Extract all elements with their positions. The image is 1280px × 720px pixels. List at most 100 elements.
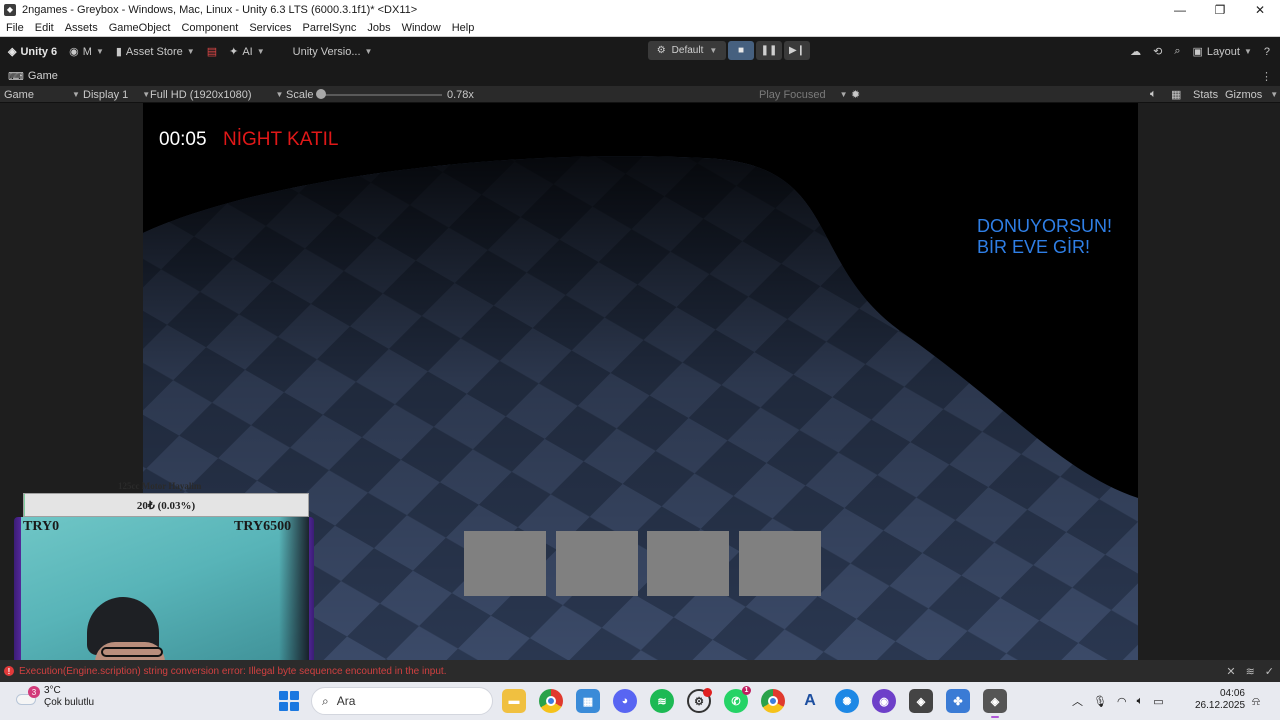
view-type-dropdown[interactable]: Game ▼ [4,86,80,103]
close-button[interactable]: ✕ [1240,0,1280,19]
history-icon[interactable]: ⟲ [1153,45,1162,58]
version-control-label: Unity Versio... [292,45,361,58]
webcam-feed [21,517,309,667]
unity-logo-icon: ◈ [8,46,17,58]
whatsapp-icon[interactable]: ✆ 1 [724,686,751,713]
chevron-down-icon: ▼ [364,47,373,56]
bug-icon[interactable]: ✹ [851,86,860,103]
unity-app-icon: ◆ [4,3,16,16]
inventory-slot[interactable] [464,531,546,596]
check-icon[interactable]: ✓ [1265,665,1274,678]
hud-warning-line2: BİR EVE GİR! [977,237,1091,257]
version-control-dropdown[interactable]: Unity Versio... ▼ [287,41,379,63]
menu-window[interactable]: Window [396,22,446,34]
search-icon[interactable]: ⌕ [1174,45,1180,58]
menu-file[interactable]: File [0,22,29,34]
resolution-dropdown[interactable]: Full HD (1920x1080) ▼ [150,86,283,103]
microsoft-store-icon[interactable]: ▦ [576,689,600,713]
aseprite-icon[interactable]: A [798,689,822,713]
webcam-shadow [279,517,309,667]
pause-button[interactable]: ❚❚ [756,41,782,60]
play-focused-dropdown[interactable]: Play Focused ▼ [759,86,848,103]
unity-editor-icon[interactable]: ◈ [983,689,1007,718]
debug-off-icon[interactable]: ✕ [1226,665,1235,678]
play-stop-button[interactable]: ■ [728,41,754,60]
weather-description: Çok bulutlu [44,697,95,708]
unity-label: Unity 6 [20,45,58,58]
start-button[interactable] [279,691,299,711]
help-icon[interactable]: ? [1264,46,1270,58]
window-title: 2ngames - Greybox - Windows, Mac, Linux … [22,3,418,16]
inventory-slot[interactable] [739,531,821,596]
person-glasses [101,647,163,657]
inventory-slot[interactable] [647,531,729,596]
menu-edit[interactable]: Edit [29,22,59,34]
package-manager-button[interactable]: ▤ [201,41,223,63]
weather-widget[interactable]: 3 3°C Çok bulutlu [14,685,94,709]
battery-icon[interactable]: ▭ [1153,695,1163,708]
taskbar-clock[interactable]: 04:06 26.12.2025 [1195,688,1245,712]
store-bag-icon: ▮ [115,46,122,58]
console-status-bar[interactable]: ! Execution(Engine.scription) string con… [0,660,1280,682]
unity-account-menu[interactable]: ◈ Unity 6 [0,41,63,63]
layout-mode-dropdown[interactable]: ⚙ Default ▼ [648,41,726,60]
unity-hub-icon[interactable]: ◈ [909,689,933,713]
play-controls: ⚙ Default ▼ ■ ❚❚ ▶❙ [648,41,810,60]
gizmos-dropdown[interactable]: Gizmos ▼ [1225,86,1278,103]
cloud-icon[interactable]: ☁ [1130,45,1141,58]
chevron-down-icon: ▼ [1243,47,1252,56]
layout-dropdown[interactable]: ▣ Layout ▼ [1193,45,1252,59]
audio-icon[interactable]: 🔈︎ [1150,86,1157,103]
restore-button[interactable]: ❐ [1200,0,1240,19]
tab-game-label: Game [27,70,58,82]
keyboard-icon[interactable]: ▦ [1171,86,1181,103]
chevron-down-icon: ▼ [95,47,104,56]
account-dropdown[interactable]: ◉ M ▼ [63,41,110,63]
menu-services[interactable]: Services [243,22,296,34]
discord-icon[interactable]: ◕ [613,689,637,713]
console-error-text[interactable]: Execution(Engine.scription) string conve… [19,666,446,677]
menu-bar: File Edit Assets GameObject Component Se… [0,19,1280,37]
notification-bell-icon[interactable]: ⍾ [1252,694,1260,709]
menu-jobs[interactable]: Jobs [361,22,395,34]
menu-assets[interactable]: Assets [59,22,103,34]
chevron-down-icon: ▼ [709,46,718,55]
stack-icon[interactable]: ≋ [1246,665,1255,678]
file-explorer-icon[interactable]: ▬ [502,689,526,713]
chevron-down-icon: ▼ [1270,90,1279,99]
scale-slider-handle[interactable] [316,89,326,99]
weather-badge: 3 [28,686,40,698]
steam-icon[interactable]: ⚙ [687,688,712,713]
game-view-controls: Game ▼ Display 1 ▼ Full HD (1920x1080) ▼… [0,86,1280,103]
chevron-up-icon[interactable]: ︿ [1072,693,1083,709]
more-options-icon[interactable]: ⋮ [1261,70,1272,83]
tab-game[interactable]: ⌨ Game [0,70,58,83]
scale-value: 0.78x [447,88,474,101]
visual-studio-icon[interactable]: ✤ [946,689,970,713]
wifi-icon[interactable]: ◠ [1117,695,1127,708]
stats-toggle[interactable]: Stats [1193,86,1218,103]
menu-component[interactable]: Component [175,22,243,34]
asset-store-dropdown[interactable]: ▮ Asset Store ▼ [110,41,201,63]
chrome-icon[interactable] [539,689,563,713]
step-button[interactable]: ▶❙ [784,41,810,60]
play-focused-label: Play Focused [759,88,826,101]
minimize-button[interactable]: — [1160,0,1200,19]
taskbar-search[interactable]: ⌕ Ara [311,687,493,715]
browser-icon[interactable]: ✺ [835,689,859,713]
chevron-down-icon: ▼ [256,47,265,56]
ai-dropdown[interactable]: ✦ AI ▼ [223,41,271,63]
speaker-icon[interactable]: 🔈︎ [1137,695,1144,708]
spotify-icon[interactable]: ≋ [650,689,674,713]
error-icon: ! [4,666,14,676]
menu-parrelsync[interactable]: ParrelSync [297,22,362,34]
scale-slider-track[interactable] [322,94,442,96]
github-desktop-icon[interactable]: ◉ [872,689,896,713]
donation-min-label: TRY0 [23,519,60,534]
chrome-profile-icon[interactable] [761,689,785,713]
inventory-slot[interactable] [556,531,638,596]
menu-help[interactable]: Help [446,22,480,34]
display-dropdown[interactable]: Display 1 ▼ [83,86,150,103]
microphone-icon[interactable]: 🎙︎ [1093,695,1107,708]
menu-gameobject[interactable]: GameObject [103,22,176,34]
